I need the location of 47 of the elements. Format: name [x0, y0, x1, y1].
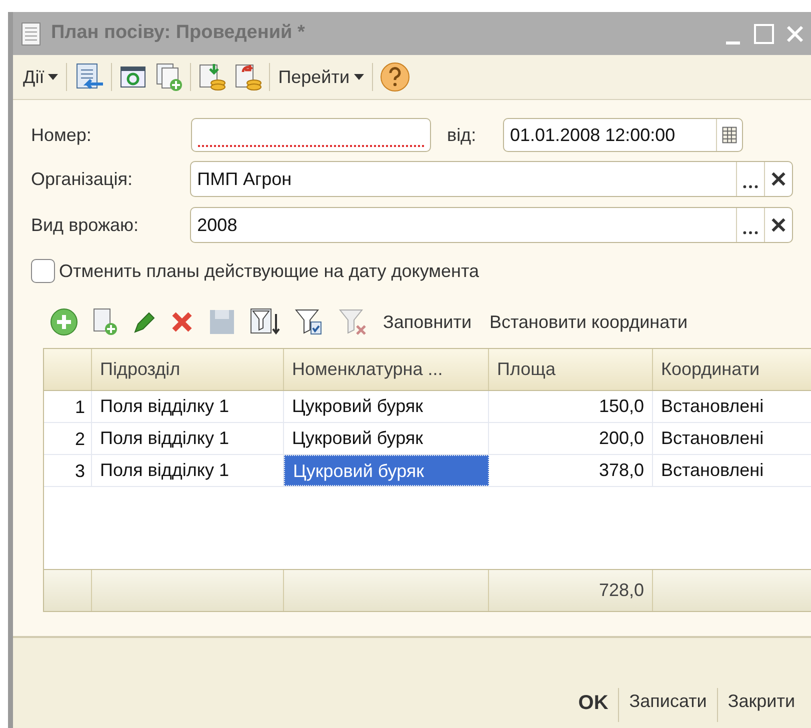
- copy-add-icon[interactable]: [91, 307, 119, 337]
- help-icon[interactable]: [378, 61, 411, 93]
- field-label: від:: [447, 124, 478, 147]
- table-cell: Встановлені: [653, 391, 811, 422]
- date-field[interactable]: 01.01.2008 12:00:00: [503, 118, 743, 152]
- table-cell: Поля відділку 1: [92, 391, 284, 422]
- dialog-button[interactable]: Записати: [619, 688, 717, 715]
- document-coins-icon[interactable]: [197, 62, 228, 92]
- table-cell: 378,0: [489, 455, 653, 486]
- checkbox-label[interactable]: Отменить планы действующие на дату документа: [59, 258, 480, 284]
- add-icon[interactable]: [49, 307, 79, 337]
- table-cell: Поля відділку 1: [92, 423, 284, 454]
- toolbar-button[interactable]: Встановити координати: [490, 308, 688, 336]
- total-area: 728,0: [598, 577, 644, 604]
- organization-field[interactable]: ПМП Агрон: [190, 161, 793, 197]
- row-number: 2: [44, 423, 92, 454]
- document-coins-icon[interactable]: [233, 62, 264, 92]
- goto-menu[interactable]: Перейти: [276, 64, 366, 90]
- caret-icon: [48, 74, 58, 80]
- table-cell: 150,0: [489, 391, 653, 422]
- row-number: 3: [44, 455, 92, 486]
- number-field[interactable]: [191, 118, 431, 152]
- table-cell: Цукровий буряк: [284, 455, 489, 486]
- toolbar-button[interactable]: Заповнити: [383, 308, 472, 336]
- table-cell: Цукровий буряк: [284, 391, 489, 422]
- dialog-button[interactable]: OK: [568, 688, 618, 718]
- column-header[interactable]: Номенклатурна ...: [284, 349, 489, 390]
- field-label: Вид врожаю:: [31, 214, 140, 237]
- window-title: План посіву: Проведений *: [51, 21, 306, 46]
- table-cell: Цукровий буряк: [284, 423, 489, 454]
- row-number: 1: [44, 391, 92, 422]
- actions-menu[interactable]: Дії: [21, 64, 60, 90]
- dialog-button[interactable]: Закрити: [718, 688, 805, 715]
- save-icon: [207, 307, 237, 337]
- copy-add-icon[interactable]: [154, 62, 184, 92]
- checkbox[interactable]: [31, 259, 55, 283]
- table-cell: 200,0: [489, 423, 653, 454]
- document-icon: [21, 22, 41, 46]
- field-label: Організація:: [31, 168, 134, 191]
- table-cell: Встановлені: [653, 455, 811, 486]
- caret-icon: [354, 74, 364, 80]
- table-cell: Встановлені: [653, 423, 811, 454]
- crop-type-field[interactable]: 2008: [190, 207, 793, 243]
- field-label: Номер:: [31, 124, 92, 147]
- column-header[interactable]: Підрозділ: [92, 349, 284, 390]
- column-header[interactable]: Координати: [653, 349, 811, 390]
- column-header[interactable]: Площа: [489, 349, 653, 390]
